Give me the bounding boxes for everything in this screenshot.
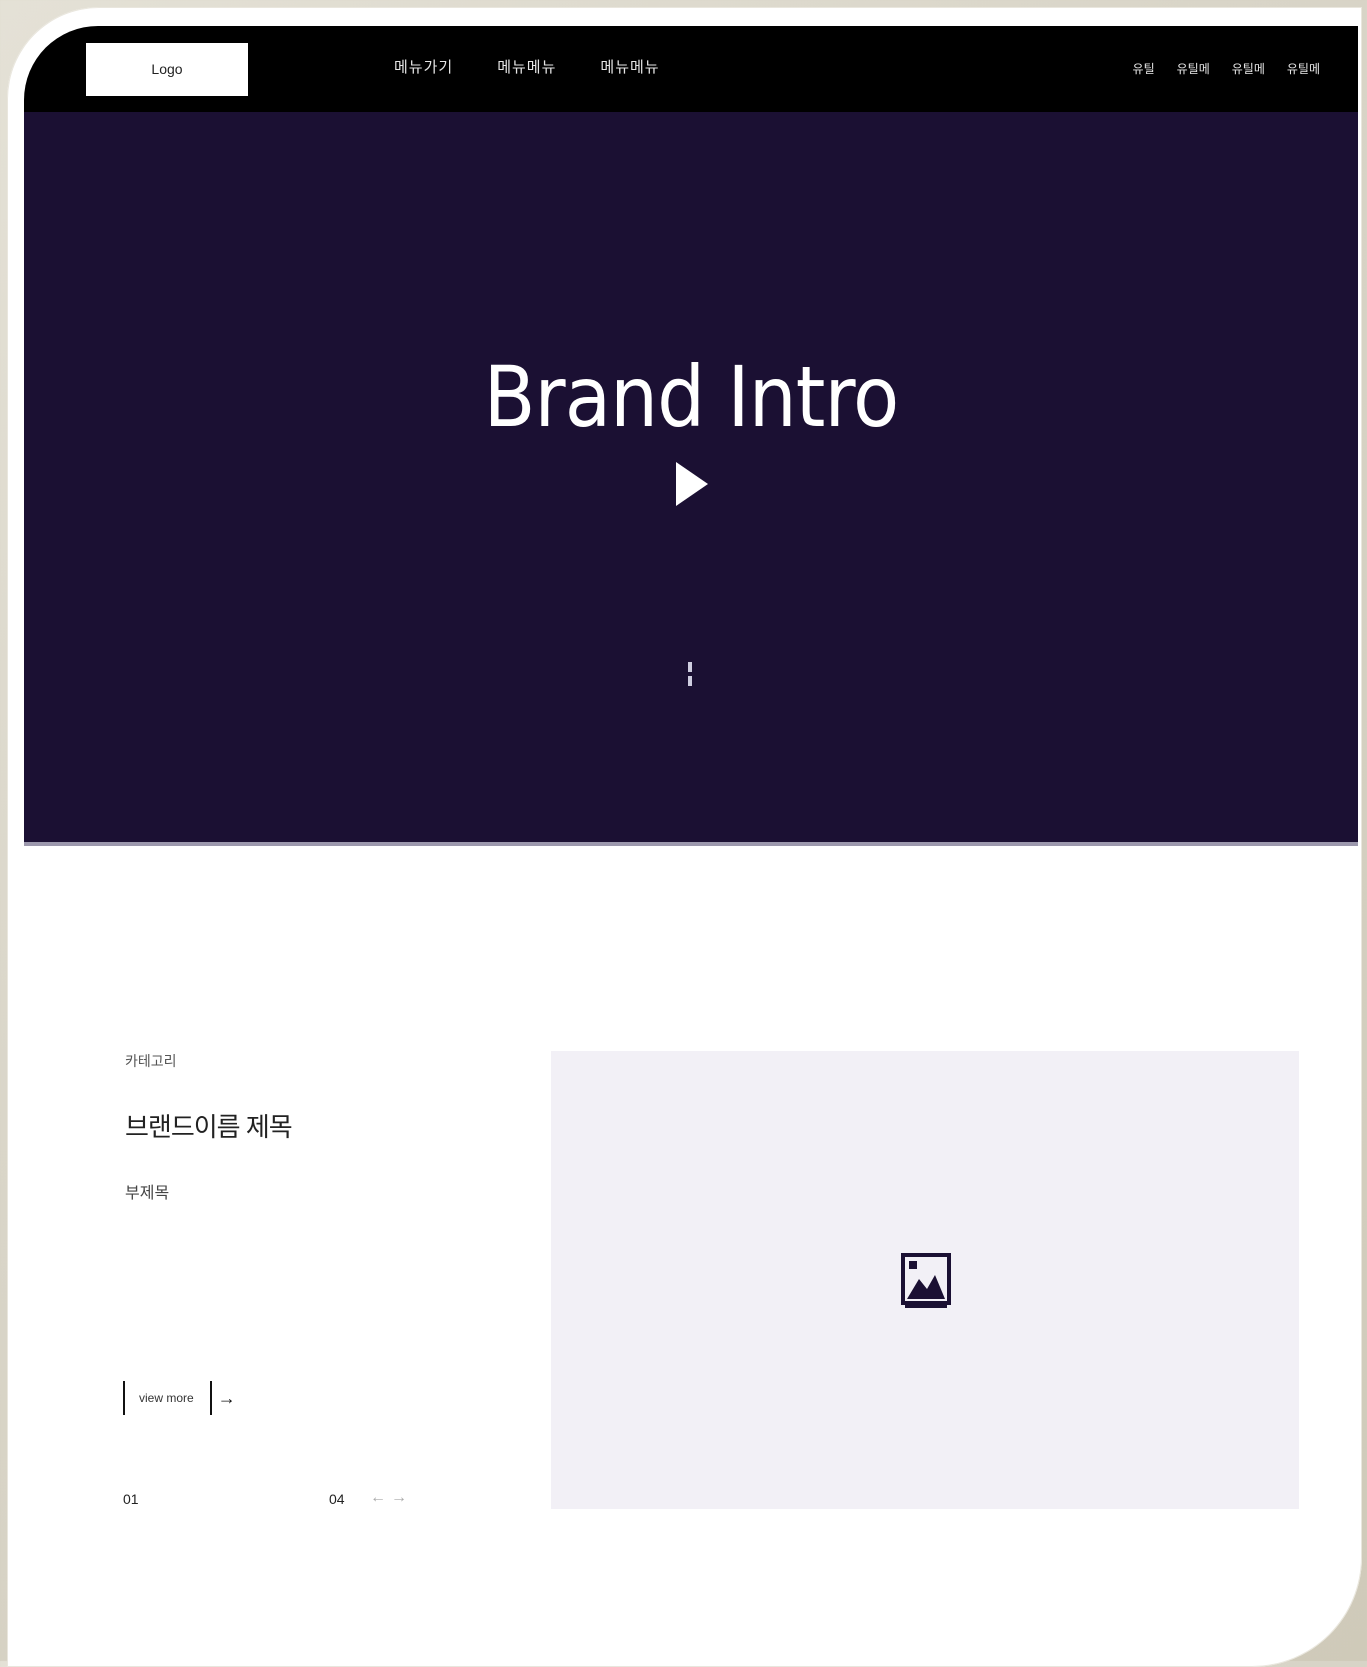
item-subtitle: 부제목 (125, 1185, 170, 1202)
pager-total: 04 (329, 1491, 345, 1507)
brand-list-section: 카테고리 브랜드이름 제목 부제목 view more → 01 04 ← → (7, 7, 1362, 1667)
category-label: 카테고리 (125, 1053, 177, 1069)
slide-pager: 01 04 ← → (123, 1489, 413, 1513)
arrow-left-icon[interactable]: ← (370, 1489, 386, 1507)
page-frame: Logo 메뉴가기 메뉴메뉴 메뉴메뉴 유틸 유틸메 유틸메 유틸메 Brand… (7, 7, 1362, 1667)
media-placeholder (551, 1051, 1299, 1509)
image-icon (901, 1253, 951, 1308)
view-more-button[interactable]: view more → (123, 1381, 236, 1415)
pager-current: 01 (123, 1491, 139, 1507)
arrow-right-icon: → (217, 1387, 236, 1408)
view-more-label: view more (139, 1391, 194, 1405)
arrow-right-icon[interactable]: → (391, 1489, 407, 1507)
item-title: 브랜드이름 제목 (125, 1112, 293, 1142)
